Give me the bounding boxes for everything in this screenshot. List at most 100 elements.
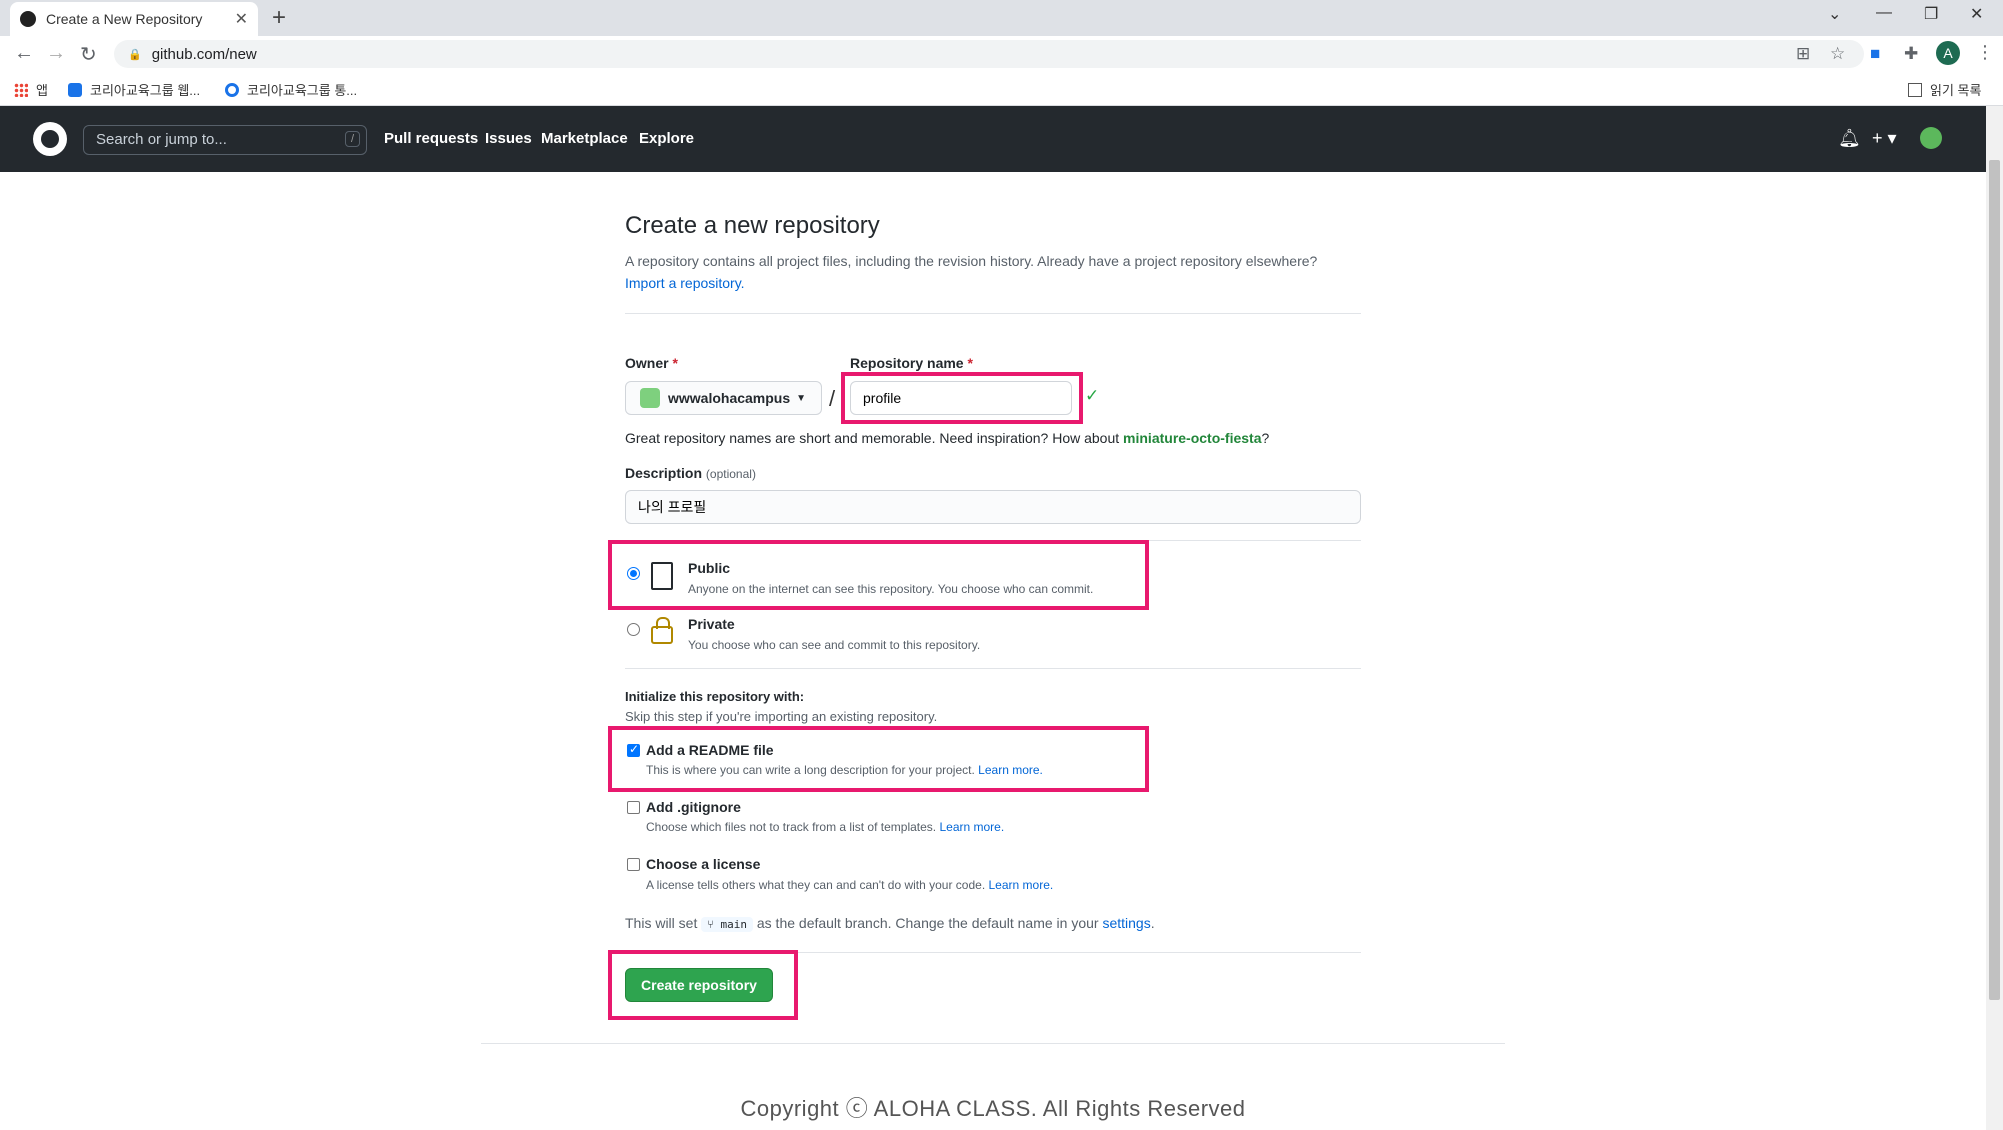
period: . xyxy=(1150,915,1155,931)
copyright-text: Copyright ⓒ ALOHA CLASS. All Rights Rese… xyxy=(740,1096,1246,1121)
owner-label: Owner * xyxy=(625,355,678,371)
name-hint-end: ? xyxy=(1261,430,1270,446)
page-title: Create a new repository xyxy=(625,212,880,239)
browser-tab[interactable]: Create a New Repository ✕ xyxy=(10,2,258,36)
highlight-box-public xyxy=(608,540,1149,610)
divider xyxy=(625,313,1361,314)
license-learn-more-link[interactable]: Learn more. xyxy=(989,878,1054,892)
search-input[interactable]: Search or jump to... / xyxy=(83,125,367,155)
owner-avatar xyxy=(640,388,660,408)
settings-link[interactable]: settings xyxy=(1102,915,1150,931)
highlight-box-readme xyxy=(608,726,1149,792)
new-repo-form: Create a new repository A repository con… xyxy=(608,212,1361,1020)
minimize-icon[interactable]: — xyxy=(1876,4,1892,22)
gitignore-description: Choose which files not to track from a l… xyxy=(646,820,1004,834)
description-label: Description (optional) xyxy=(625,465,756,481)
subtitle-text: A repository contains all project files,… xyxy=(625,253,1318,269)
browser-tab-bar: Create a New Repository ✕ + ⌄ — ❐ ✕ xyxy=(0,0,2003,36)
nav-marketplace[interactable]: Marketplace xyxy=(541,130,628,147)
browser-menu-icon[interactable]: ⋮ xyxy=(1976,42,1994,63)
init-title: Initialize this repository with: xyxy=(625,689,805,704)
optional-tag: (optional) xyxy=(705,467,756,481)
import-repository-link[interactable]: Import a repository. xyxy=(625,275,745,291)
chevron-down-icon: ▼ xyxy=(796,392,807,404)
url-text: github.com/new xyxy=(151,45,257,63)
bookmark-label: 앱 xyxy=(36,83,48,98)
owner-select[interactable]: wwwalohacampus ▼ xyxy=(625,381,822,415)
license-title: Choose a license xyxy=(646,856,761,872)
repo-name-label-text: Repository name xyxy=(850,355,964,371)
owner-value: wwwalohacampus xyxy=(668,390,791,406)
create-new-plus-icon[interactable]: + ▾ xyxy=(1872,128,1897,149)
back-icon[interactable]: ← xyxy=(14,42,34,65)
highlight-box-repo-name xyxy=(841,372,1083,424)
bookmark-star-icon[interactable]: ☆ xyxy=(1830,44,1845,64)
tab-title: Create a New Repository xyxy=(46,11,203,27)
private-radio[interactable] xyxy=(627,623,640,636)
name-hint-text: Great repository names are short and mem… xyxy=(625,430,1120,446)
nav-pull-requests[interactable]: Pull requests xyxy=(384,130,478,147)
branch-name: main xyxy=(720,918,747,931)
new-tab-button[interactable]: + xyxy=(272,4,286,32)
page-subtitle: A repository contains all project files,… xyxy=(625,250,1361,294)
gitignore-learn-more-link[interactable]: Learn more. xyxy=(939,820,1004,834)
translate-icon[interactable]: ⊞ xyxy=(1796,44,1810,64)
reload-icon[interactable]: ↻ xyxy=(80,42,97,67)
valid-check-icon: ✓ xyxy=(1085,386,1100,405)
extension-translate-icon[interactable]: ■ xyxy=(1870,44,1880,64)
branch-post-text: as the default branch. Change the defaul… xyxy=(756,915,1099,931)
bookmarks-bar: 앱 코리아교육그룹 웹... 코리아교육그룹 통... 읽기 목록 xyxy=(0,72,2003,106)
branch-icon: ⑂ xyxy=(707,918,721,931)
owner-repo-separator: / xyxy=(829,386,836,411)
footer-divider xyxy=(481,1043,1505,1044)
bookmark-korea-web[interactable]: 코리아교육그룹 웹... xyxy=(68,80,200,99)
bookmark-korea-tong[interactable]: 코리아교육그룹 통... xyxy=(225,80,357,99)
reading-list[interactable]: 읽기 목록 xyxy=(1908,80,1981,99)
description-input[interactable] xyxy=(625,490,1361,524)
user-avatar[interactable] xyxy=(1920,127,1942,149)
highlight-box-create-button xyxy=(608,950,798,1020)
bookmark-apps[interactable]: 앱 xyxy=(14,80,48,99)
branch-name-badge: ⑂ main xyxy=(701,917,753,932)
name-hint: Great repository names are short and mem… xyxy=(625,430,1269,446)
lock-icon: 🔒 xyxy=(128,48,142,61)
license-description: A license tells others what they can and… xyxy=(646,878,1053,892)
search-shortcut-key: / xyxy=(344,131,360,147)
github-logo-icon[interactable] xyxy=(33,122,67,156)
github-header: Search or jump to... / Pull requests Iss… xyxy=(0,106,1986,172)
close-window-icon[interactable]: ✕ xyxy=(1970,4,1983,24)
search-placeholder: Search or jump to... xyxy=(96,131,227,148)
owner-label-text: Owner xyxy=(625,355,669,371)
address-bar[interactable]: 🔒 github.com/new xyxy=(114,40,1864,68)
extensions-puzzle-icon[interactable]: ✚ xyxy=(1904,44,1918,64)
forward-icon[interactable]: → xyxy=(46,42,66,65)
bookmark-label: 코리아교육그룹 웹... xyxy=(90,83,201,98)
required-mark: * xyxy=(672,355,678,371)
divider xyxy=(625,668,1361,669)
tab-close-icon[interactable]: ✕ xyxy=(235,9,248,29)
lock-icon xyxy=(651,617,673,644)
bookmark-site-icon xyxy=(225,82,239,97)
browser-toolbar: ← → ↻ 🔒 github.com/new ⊞ ☆ ■ ✚ xyxy=(0,36,2003,72)
apps-grid-icon xyxy=(14,82,28,97)
gitignore-desc-text: Choose which files not to track from a l… xyxy=(646,820,937,834)
repo-name-label: Repository name * xyxy=(850,355,973,371)
init-subtitle: Skip this step if you're importing an ex… xyxy=(625,709,938,724)
github-favicon-icon xyxy=(20,11,36,27)
gitignore-checkbox[interactable] xyxy=(627,801,640,814)
name-suggestion-link[interactable]: miniature-octo-fiesta xyxy=(1123,430,1261,446)
nav-issues[interactable]: Issues xyxy=(485,130,532,147)
license-checkbox[interactable] xyxy=(627,858,640,871)
description-label-text: Description xyxy=(625,465,703,481)
gitignore-title: Add .gitignore xyxy=(646,799,741,815)
profile-avatar[interactable]: A xyxy=(1936,41,1960,65)
nav-explore[interactable]: Explore xyxy=(639,130,694,147)
restore-icon[interactable]: ❐ xyxy=(1924,4,1938,24)
reading-list-icon xyxy=(1908,82,1922,97)
scrollbar-thumb[interactable] xyxy=(1989,160,2000,1000)
reading-list-label: 읽기 목록 xyxy=(1930,83,1982,98)
license-desc-text: A license tells others what they can and… xyxy=(646,878,986,892)
tab-search-icon[interactable]: ⌄ xyxy=(1828,4,1841,24)
bookmark-label: 코리아교육그룹 통... xyxy=(247,83,358,98)
notifications-bell-icon[interactable]: 🔔︎ xyxy=(1838,128,1861,149)
